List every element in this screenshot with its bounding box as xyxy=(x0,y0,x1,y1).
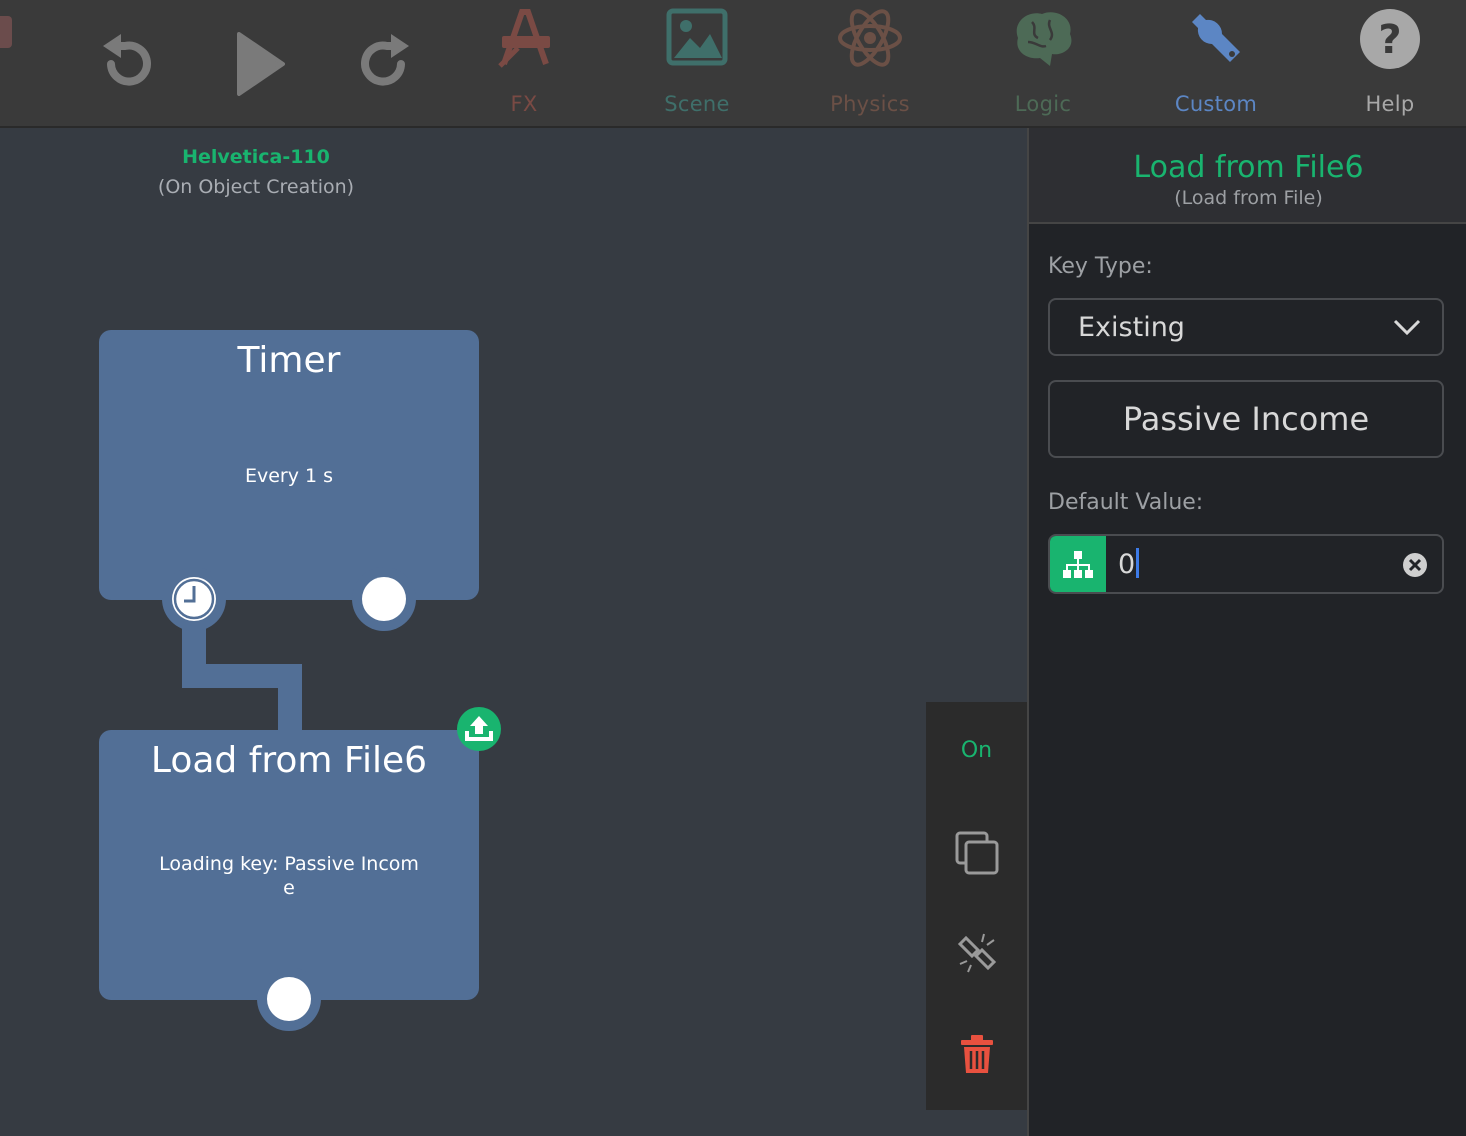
help-icon: ? xyxy=(1360,9,1420,69)
chevron-down-icon xyxy=(1393,319,1421,336)
undo-button[interactable] xyxy=(90,0,160,126)
redo-button[interactable] xyxy=(352,0,422,126)
tab-fx[interactable]: FX xyxy=(464,0,584,126)
properties-panel: Load from File6 (Load from File) Key Typ… xyxy=(1027,128,1466,1136)
key-type-select[interactable]: Existing xyxy=(1048,298,1444,356)
event-name: (On Object Creation) xyxy=(157,176,355,198)
corner-tab[interactable] xyxy=(0,16,12,48)
default-value-label: Default Value: xyxy=(1048,490,1204,515)
copy-icon[interactable] xyxy=(954,830,1000,876)
timer-output-port[interactable] xyxy=(162,567,226,631)
timer-node-body: Every 1 s xyxy=(244,465,334,487)
timer-node-title: Timer xyxy=(237,340,341,381)
timer-node[interactable]: Timer Every 1 s xyxy=(99,330,479,600)
tab-help[interactable]: ? Help xyxy=(1330,0,1450,126)
tab-logic-label: Logic xyxy=(1014,92,1072,116)
tab-physics[interactable]: Physics xyxy=(810,0,930,126)
fx-icon xyxy=(498,9,550,68)
unlink-icon[interactable] xyxy=(954,930,1000,976)
key-type-value: Existing xyxy=(1078,312,1185,343)
tab-custom[interactable]: Custom xyxy=(1156,0,1276,126)
variable-picker-button[interactable] xyxy=(1050,536,1106,592)
load-from-file-node[interactable]: Load from File6 Loading key: Passive Inc… xyxy=(99,730,479,1000)
wrench-icon xyxy=(1192,14,1240,62)
text-caret xyxy=(1136,548,1140,578)
logic-canvas[interactable]: Helvetica-110 (On Object Creation) Timer… xyxy=(0,128,1027,1136)
tab-fx-label: FX xyxy=(510,92,538,116)
svg-text:?: ? xyxy=(1378,17,1401,63)
default-value-field[interactable]: 0 xyxy=(1048,534,1444,594)
scene-icon xyxy=(666,8,728,66)
load-node-title: Load from File6 xyxy=(150,740,428,781)
tab-logic[interactable]: Logic xyxy=(983,0,1103,126)
panel-title: Load from File6 xyxy=(1133,150,1364,185)
redo-icon xyxy=(361,34,409,86)
load-output-port[interactable] xyxy=(257,967,321,1031)
physics-icon xyxy=(838,9,902,67)
panel-header: Load from File6 (Load from File) xyxy=(1029,128,1466,224)
load-node-body: Loading key: Passive Incom e xyxy=(99,852,479,900)
clock-icon xyxy=(173,578,215,620)
tab-scene-label: Scene xyxy=(664,92,730,116)
tab-custom-label: Custom xyxy=(1174,92,1258,116)
tab-scene[interactable]: Scene xyxy=(637,0,757,126)
key-name-button[interactable]: Passive Income xyxy=(1048,380,1444,458)
default-value-input[interactable]: 0 xyxy=(1118,548,1140,580)
load-node-body-line2: e xyxy=(283,877,295,899)
panel-subtitle: (Load from File) xyxy=(1174,187,1323,209)
node-actions-bar: On xyxy=(926,702,1027,1110)
timer-secondary-port[interactable] xyxy=(352,567,416,631)
upload-badge-icon[interactable] xyxy=(457,707,501,751)
trash-icon[interactable] xyxy=(959,1034,995,1074)
undo-icon xyxy=(103,34,151,86)
clear-icon[interactable] xyxy=(1402,552,1428,578)
play-icon xyxy=(237,32,285,96)
hierarchy-icon xyxy=(1063,551,1093,578)
play-button[interactable] xyxy=(222,0,292,126)
key-type-label: Key Type: xyxy=(1048,254,1153,279)
load-node-body-line1: Loading key: Passive Incom xyxy=(159,853,419,875)
tab-help-label: Help xyxy=(1365,92,1415,116)
object-name: Helvetica-110 xyxy=(182,146,330,168)
brain-icon xyxy=(1016,12,1072,67)
connector-segment xyxy=(278,664,302,734)
on-toggle[interactable]: On xyxy=(926,738,1027,763)
tab-physics-label: Physics xyxy=(830,92,910,116)
top-toolbar: FX Scene Physics Logic Custom ? Help xyxy=(0,0,1466,128)
